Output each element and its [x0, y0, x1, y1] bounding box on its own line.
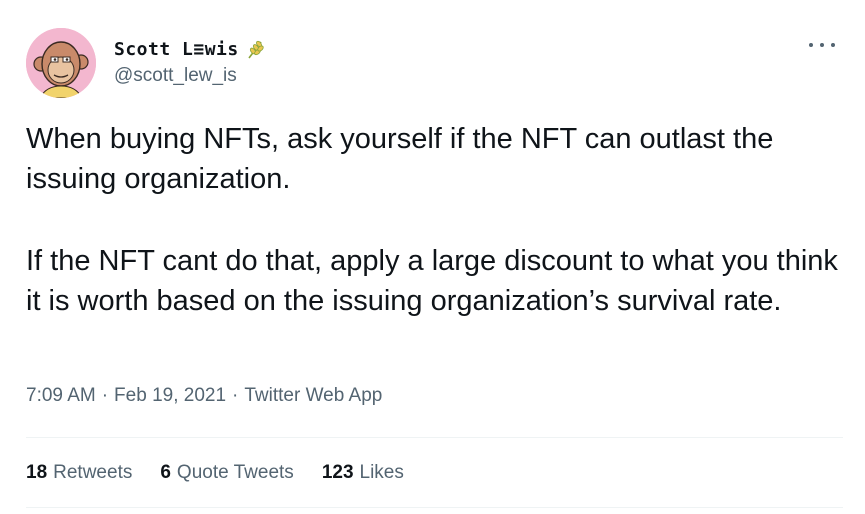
name-row: Scott L≡wis	[114, 36, 267, 62]
more-dot-icon	[831, 43, 835, 47]
more-options-button[interactable]	[809, 38, 835, 52]
tweet-stats: 18 Retweets 6 Quote Tweets 123 Likes	[26, 462, 432, 484]
quote-tweets-label: Quote Tweets	[176, 462, 294, 483]
tweet-header: Scott L≡wis @scott_lew_is	[26, 28, 267, 98]
retweets-label: Retweets	[53, 462, 133, 483]
meta-separator: ·	[101, 385, 109, 406]
divider	[26, 507, 843, 508]
likes-count: 123	[321, 462, 354, 483]
divider	[26, 437, 843, 438]
tweet-meta: 7:09 AM · Feb 19, 2021 · Twitter Web App	[26, 385, 382, 407]
display-name[interactable]: Scott L≡wis	[114, 39, 239, 60]
likes-stat[interactable]: 123 Likes	[322, 462, 404, 484]
retweets-stat[interactable]: 18 Retweets	[26, 462, 132, 484]
quote-tweets-count: 6	[160, 462, 171, 483]
retweets-count: 18	[26, 462, 48, 483]
tweet-time[interactable]: 7:09 AM	[26, 385, 96, 407]
tweet-date[interactable]: Feb 19, 2021	[114, 385, 226, 407]
ape-avatar-icon	[26, 28, 96, 98]
user-info: Scott L≡wis @scott_lew_is	[114, 36, 267, 87]
tweet-card: Scott L≡wis @scott_lew_is When buying NF…	[0, 0, 865, 514]
tweet-source[interactable]: Twitter Web App	[244, 385, 382, 407]
wheat-icon	[245, 38, 267, 60]
tweet-paragraph: When buying NFTs, ask yourself if the NF…	[26, 123, 774, 195]
avatar[interactable]	[26, 28, 96, 98]
user-handle[interactable]: @scott_lew_is	[114, 65, 267, 87]
tweet-text: When buying NFTs, ask yourself if the NF…	[26, 119, 846, 321]
quote-tweets-stat[interactable]: 6 Quote Tweets	[160, 462, 293, 484]
meta-separator: ·	[232, 385, 239, 406]
more-dot-icon	[820, 43, 824, 47]
likes-label: Likes	[359, 462, 404, 483]
tweet-paragraph: If the NFT cant do that, apply a large d…	[26, 245, 838, 317]
more-dot-icon	[809, 43, 813, 47]
